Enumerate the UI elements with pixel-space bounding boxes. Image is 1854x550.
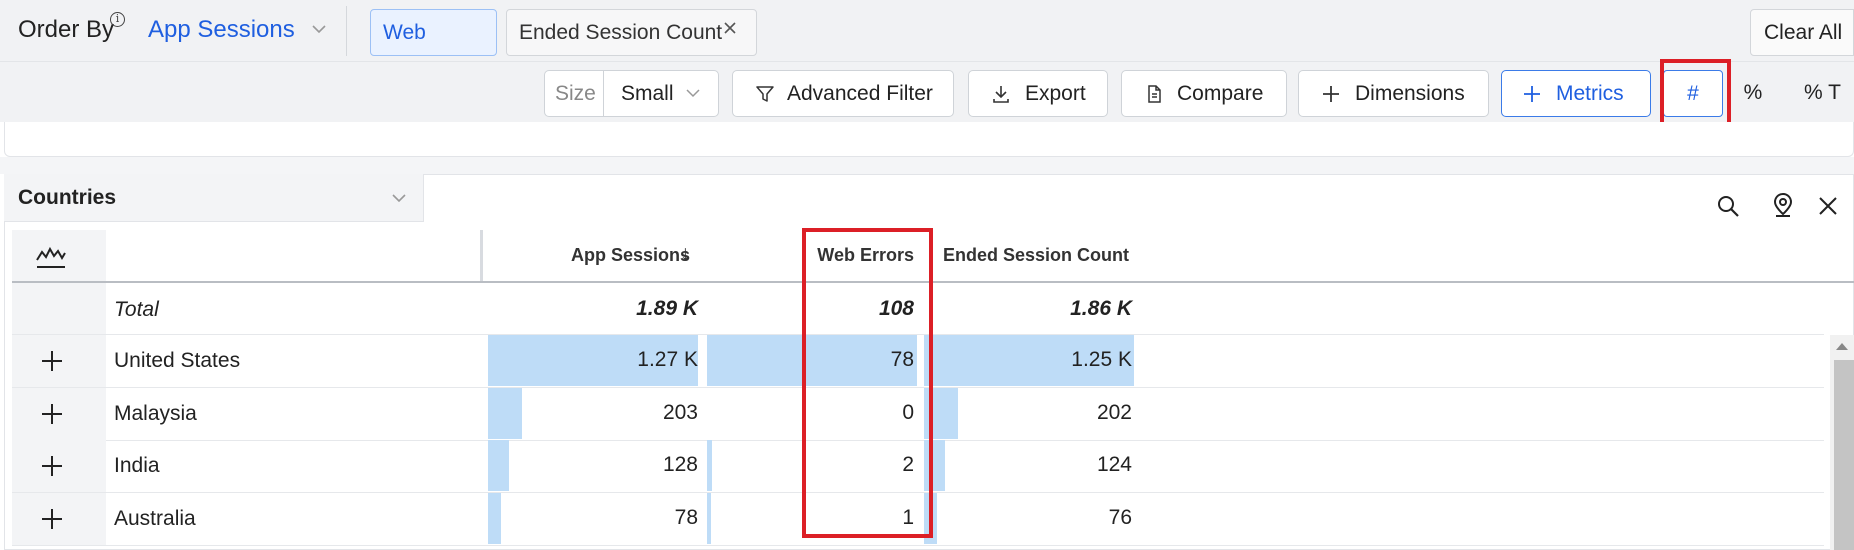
sparkline-icon[interactable] xyxy=(35,240,67,270)
compare-icon xyxy=(1148,85,1161,103)
cell-app-sessions: 203 xyxy=(662,401,698,424)
divider xyxy=(346,6,347,56)
clear-all-button[interactable]: Clear All xyxy=(1750,9,1854,56)
search-icon[interactable] xyxy=(1716,194,1740,218)
scrollbar-thumb[interactable] xyxy=(1834,360,1854,550)
metrics-label: Metrics xyxy=(1556,82,1624,105)
cell-ended-sessions: 124 xyxy=(1096,453,1132,476)
bar-web-errors xyxy=(707,440,712,491)
download-icon xyxy=(993,86,1009,103)
chip-web-errors[interactable]: Web Errors xyxy=(370,9,497,89)
sort-descending-icon[interactable]: ↓ xyxy=(680,242,691,266)
cell-app-sessions: 1.27 K xyxy=(637,348,698,371)
divider xyxy=(603,71,604,116)
view-percent-button[interactable]: % xyxy=(1738,70,1768,117)
order-by-select[interactable]: App Sessions xyxy=(148,16,295,44)
chevron-down-icon[interactable] xyxy=(310,20,328,38)
remove-chip-icon[interactable] xyxy=(722,20,738,36)
row-country-name[interactable]: Australia xyxy=(114,507,196,531)
info-icon[interactable]: i xyxy=(110,12,125,27)
cell-ended-sessions: 1.25 K xyxy=(1071,348,1132,371)
filter-icon xyxy=(756,86,774,102)
size-value: Small xyxy=(621,82,674,105)
column-header-ended-session-count[interactable]: Ended Session Count xyxy=(943,245,1129,266)
plus-icon xyxy=(1524,86,1540,102)
dimensions-button[interactable]: Dimensions xyxy=(1298,70,1489,117)
export-label: Export xyxy=(1025,82,1086,105)
cell-app-sessions: 78 xyxy=(674,506,698,529)
chip-ended-session-count[interactable]: Ended Session Count xyxy=(506,9,757,56)
export-button[interactable]: Export xyxy=(968,70,1108,117)
cell-ended-sessions: 76 xyxy=(1108,506,1132,529)
cell-app-sessions: 128 xyxy=(662,453,698,476)
plus-icon xyxy=(1323,86,1339,102)
chevron-down-icon[interactable] xyxy=(390,189,408,207)
view-percent-total-button[interactable]: % T xyxy=(1798,70,1854,117)
bar-web-errors xyxy=(707,493,711,544)
cell-ended-sessions: 202 xyxy=(1096,401,1132,424)
row-country-name[interactable]: United States xyxy=(114,349,240,373)
row-divider xyxy=(12,545,1824,546)
scroll-up-icon[interactable] xyxy=(1834,340,1850,352)
chart-panel xyxy=(4,122,1854,157)
row-country-name[interactable]: India xyxy=(114,454,160,478)
advanced-filter-label: Advanced Filter xyxy=(787,82,933,105)
close-icon[interactable] xyxy=(1818,196,1838,216)
metrics-button[interactable]: Metrics xyxy=(1501,70,1651,117)
size-label: Size xyxy=(555,82,596,105)
total-app-sessions: 1.89 K xyxy=(636,297,698,320)
panel-gap xyxy=(0,157,1854,174)
compare-button[interactable]: Compare xyxy=(1121,70,1287,117)
expand-row-icon[interactable] xyxy=(41,508,63,530)
dimensions-label: Dimensions xyxy=(1355,82,1465,105)
advanced-filter-button[interactable]: Advanced Filter xyxy=(732,70,954,117)
map-pin-icon[interactable] xyxy=(1771,192,1795,218)
row-gutter xyxy=(12,283,106,335)
compare-label: Compare xyxy=(1177,82,1264,105)
order-by-label: Order By xyxy=(18,16,115,43)
header-divider xyxy=(12,281,1854,283)
column-header-app-sessions[interactable]: App Sessions xyxy=(571,245,690,266)
order-by-bar: Order By i App Sessions Web Errors Ended… xyxy=(0,0,1854,89)
size-select[interactable]: Size Small xyxy=(544,70,719,117)
total-label: Total xyxy=(114,298,159,321)
total-ended-sessions: 1.86 K xyxy=(1070,297,1132,320)
dimension-label: Countries xyxy=(18,186,117,209)
toolbar: Size Small Advanced Filter Export Compar… xyxy=(0,62,1854,122)
highlight-box xyxy=(802,228,933,538)
expand-row-icon[interactable] xyxy=(41,350,63,372)
expand-row-icon[interactable] xyxy=(41,403,63,425)
row-country-name[interactable]: Malaysia xyxy=(114,402,197,426)
column-resize-handle[interactable] xyxy=(480,230,483,282)
chevron-down-icon xyxy=(686,89,700,98)
expand-row-icon[interactable] xyxy=(41,455,63,477)
